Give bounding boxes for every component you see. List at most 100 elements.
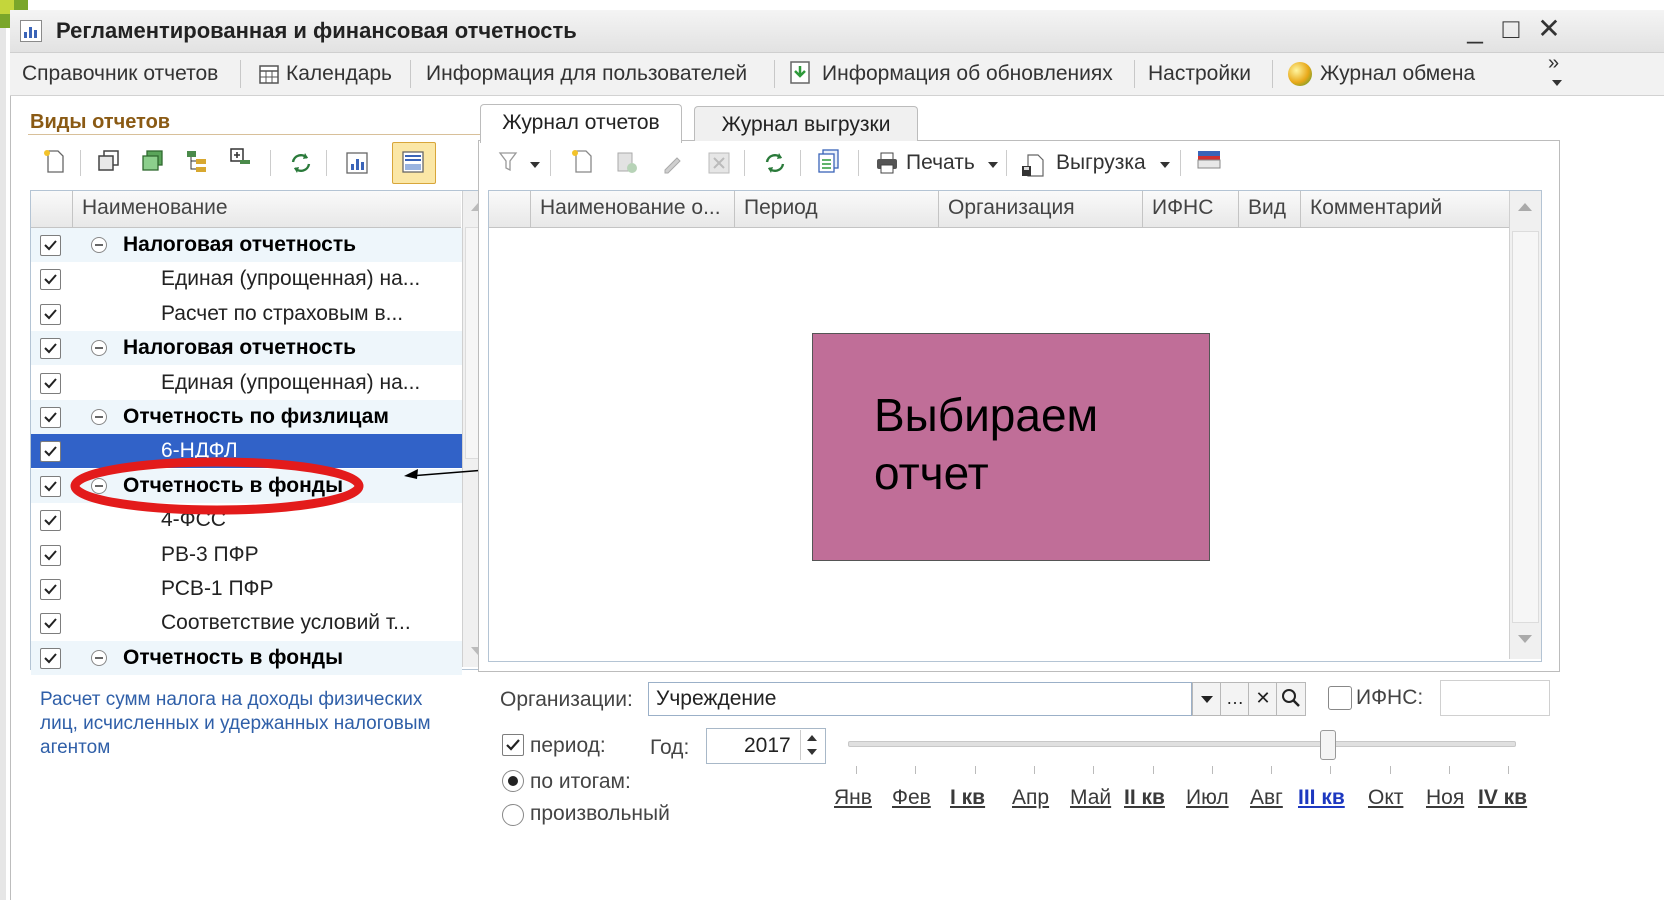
month-link[interactable]: Май: [1070, 786, 1111, 810]
toolbar-calendar[interactable]: Календарь: [286, 59, 392, 89]
row-checkbox[interactable]: [40, 475, 61, 497]
export-button[interactable]: Выгрузка: [1056, 148, 1146, 178]
period-slider-track[interactable]: [848, 741, 1516, 747]
tree-item-row[interactable]: РВ-3 ПФР: [31, 538, 462, 572]
month-link[interactable]: Ноя: [1426, 786, 1464, 810]
tree-item-row[interactable]: РСВ-1 ПФР: [31, 572, 462, 606]
tree-group-row[interactable]: Налоговая отчетность: [31, 331, 462, 366]
organization-clear-button[interactable]: ✕: [1248, 682, 1278, 716]
tree-item-row[interactable]: 6-НДФЛ: [31, 434, 462, 469]
row-checkbox[interactable]: [40, 579, 61, 600]
row-checkbox[interactable]: [40, 303, 61, 325]
collapse-icon[interactable]: [91, 409, 107, 425]
column-header-name[interactable]: Наименование о...: [540, 196, 721, 220]
tab-report-journal[interactable]: Журнал отчетов: [480, 104, 682, 143]
add-group-icon[interactable]: [140, 148, 166, 174]
tree-item-row[interactable]: Расчет по страховым в...: [31, 297, 462, 331]
toolbar-user-info[interactable]: Информация для пользователей: [426, 59, 747, 89]
scroll-down-icon[interactable]: [1518, 635, 1532, 643]
tree-item-row[interactable]: Единая (упрощенная) на...: [31, 366, 462, 400]
month-link[interactable]: Апр: [1012, 786, 1049, 810]
row-checkbox[interactable]: [40, 544, 61, 566]
copy-document-icon[interactable]: [614, 150, 640, 176]
row-checkbox[interactable]: [40, 269, 61, 291]
quarter-link[interactable]: II кв: [1124, 786, 1165, 810]
row-checkbox[interactable]: [40, 235, 61, 256]
collapse-icon[interactable]: [91, 340, 107, 357]
copy-icon[interactable]: [96, 148, 122, 174]
delete-icon[interactable]: [706, 150, 732, 176]
column-header-period[interactable]: Период: [744, 196, 818, 220]
period-checkbox[interactable]: [502, 734, 524, 756]
scroll-up-icon[interactable]: [1518, 203, 1532, 211]
radio-totals[interactable]: [502, 770, 524, 792]
chevron-down-icon[interactable]: [988, 162, 998, 168]
collapse-icon[interactable]: [91, 237, 107, 253]
row-checkbox[interactable]: [40, 510, 61, 532]
chevron-down-icon[interactable]: [1160, 162, 1170, 168]
row-checkbox[interactable]: [40, 613, 61, 635]
spin-down-icon[interactable]: [807, 749, 817, 755]
column-header-name[interactable]: Наименование: [82, 196, 228, 220]
quarter-link[interactable]: IV кв: [1478, 786, 1527, 810]
toolbar-exchange-journal[interactable]: Журнал обмена: [1320, 59, 1475, 89]
toolbar-overflow-button[interactable]: »: [1548, 52, 1559, 75]
refresh-icon[interactable]: [762, 150, 788, 176]
ifns-checkbox[interactable]: [1328, 686, 1352, 710]
toolbar-report-catalog[interactable]: Справочник отчетов: [22, 59, 218, 89]
monitor-icon[interactable]: [1196, 148, 1222, 174]
refresh-icon[interactable]: [288, 150, 314, 176]
tab-upload-journal[interactable]: Журнал выгрузки: [694, 106, 918, 141]
minimize-button[interactable]: _: [1458, 12, 1492, 46]
collapse-icon[interactable]: [91, 477, 107, 494]
scroll-thumb[interactable]: [1512, 231, 1539, 623]
list-documents-icon[interactable]: [816, 148, 842, 174]
tree-item-row[interactable]: Соответствие условий т...: [31, 606, 462, 640]
hierarchy-icon[interactable]: [184, 148, 210, 174]
edit-icon[interactable]: [660, 150, 686, 176]
new-document-icon[interactable]: [570, 148, 596, 174]
month-link[interactable]: Июл: [1186, 786, 1229, 810]
row-checkbox[interactable]: [40, 407, 61, 428]
toolbar-settings[interactable]: Настройки: [1148, 59, 1251, 89]
column-header-kind[interactable]: Вид: [1248, 196, 1286, 220]
month-link[interactable]: Окт: [1368, 786, 1403, 810]
print-button[interactable]: Печать: [906, 148, 975, 178]
row-checkbox[interactable]: [40, 372, 61, 394]
tree-item-row[interactable]: 4-ФСС: [31, 503, 462, 537]
quarter-link[interactable]: I кв: [950, 786, 985, 810]
row-checkbox[interactable]: [40, 338, 61, 360]
chevron-down-icon[interactable]: [530, 162, 540, 168]
collapse-icon[interactable]: [91, 649, 107, 666]
row-checkbox[interactable]: [40, 441, 61, 463]
radio-custom[interactable]: [502, 804, 524, 826]
tree-group-row[interactable]: Отчетность в фонды: [31, 468, 462, 503]
quarter-link[interactable]: III кв: [1298, 786, 1345, 810]
maximize-button[interactable]: □: [1494, 12, 1528, 46]
month-link[interactable]: Авг: [1250, 786, 1283, 810]
tree-group-row[interactable]: Отчетность по физлицам: [31, 400, 462, 434]
organization-search-button[interactable]: [1276, 682, 1306, 716]
organization-dropdown-button[interactable]: [1192, 682, 1222, 716]
row-checkbox[interactable]: [40, 647, 61, 669]
column-header-ifns[interactable]: ИФНС: [1152, 196, 1213, 220]
year-spinner[interactable]: [800, 730, 823, 760]
ifns-field[interactable]: [1440, 680, 1550, 716]
report-chart-icon[interactable]: [344, 150, 370, 176]
month-link[interactable]: Янв: [834, 786, 872, 810]
column-header-organization[interactable]: Организация: [948, 196, 1075, 220]
toolbar-update-info[interactable]: Информация об обновлениях: [822, 59, 1113, 89]
column-header-comment[interactable]: Комментарий: [1310, 196, 1442, 220]
organization-select-button[interactable]: …: [1220, 682, 1250, 716]
grid-scrollbar[interactable]: [1509, 191, 1541, 659]
filter-icon[interactable]: [498, 150, 518, 174]
close-button[interactable]: ✕: [1532, 12, 1566, 46]
period-slider-thumb[interactable]: [1320, 730, 1336, 760]
expand-tree-icon[interactable]: [228, 146, 254, 172]
tree-item-row[interactable]: Единая (упрощенная) на...: [31, 262, 462, 296]
new-document-icon[interactable]: [42, 148, 68, 174]
tree-group-row[interactable]: Налоговая отчетность: [31, 228, 462, 262]
month-link[interactable]: Фев: [892, 786, 931, 810]
tree-group-row[interactable]: Отчетность в фонды: [31, 640, 462, 675]
spin-up-icon[interactable]: [807, 735, 817, 741]
